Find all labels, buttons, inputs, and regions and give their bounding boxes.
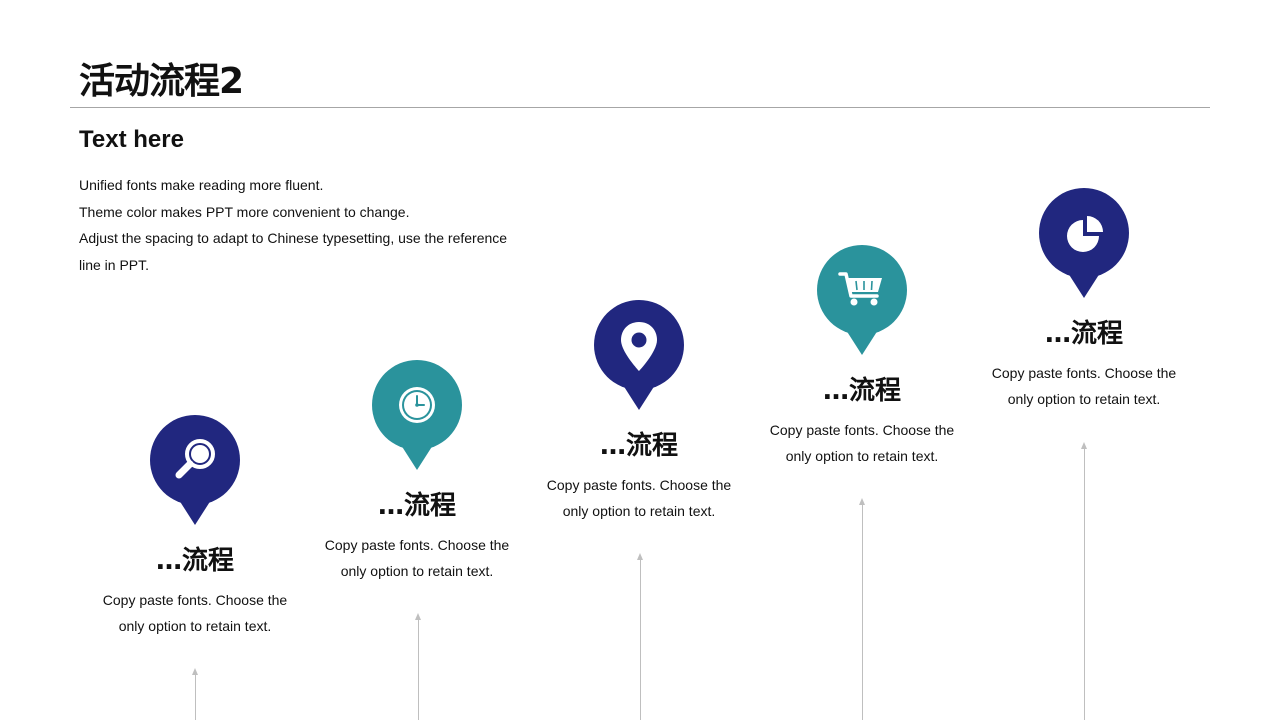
intro-line: Unified fonts make reading more fluent. xyxy=(79,177,324,193)
page-title: 活动流程2 xyxy=(79,61,244,102)
intro-line: Theme color makes PPT more convenient to… xyxy=(79,203,410,220)
step-description-line: Copy paste fonts. Choose the xyxy=(991,365,1177,381)
step-title: …流程 xyxy=(1044,319,1123,349)
step-description-line: Copy paste fonts. Choose the xyxy=(324,537,510,553)
step-description-line: only option to retain text. xyxy=(340,563,494,579)
connector-line xyxy=(861,504,863,720)
connector-line xyxy=(1083,448,1085,720)
clock-icon xyxy=(399,387,435,423)
step-description-line: only option to retain text. xyxy=(562,503,716,519)
step-title: …流程 xyxy=(599,431,678,461)
step-description: Copy paste fonts. Choose the only option… xyxy=(307,532,527,584)
step-description-line: Copy paste fonts. Choose the xyxy=(546,477,732,493)
section-subtitle: Text here xyxy=(79,126,184,153)
step-description-line: only option to retain text. xyxy=(1007,391,1161,407)
intro-text: Unified fonts make reading more fluent. … xyxy=(79,172,529,278)
map-pin-marker xyxy=(1039,188,1129,298)
step-description-line: Copy paste fonts. Choose the xyxy=(769,422,955,438)
step-title: …流程 xyxy=(822,376,901,406)
step-description-line: Copy paste fonts. Choose the xyxy=(102,592,288,608)
step-description-line: only option to retain text. xyxy=(118,618,272,634)
step-description: Copy paste fonts. Choose the only option… xyxy=(752,417,972,469)
map-pin-marker xyxy=(594,300,684,410)
connector-line xyxy=(194,674,196,720)
connector-line xyxy=(639,559,641,720)
map-pin-marker xyxy=(150,415,240,525)
step-description: Copy paste fonts. Choose the only option… xyxy=(85,587,305,639)
step-description: Copy paste fonts. Choose the only option… xyxy=(974,360,1194,412)
step-title: …流程 xyxy=(155,546,234,576)
step-description: Copy paste fonts. Choose the only option… xyxy=(529,472,749,524)
connector-line xyxy=(417,619,419,720)
map-pin-marker xyxy=(817,245,907,355)
intro-line: Adjust the spacing to adapt to Chinese t… xyxy=(79,230,508,273)
title-divider xyxy=(70,107,1210,108)
step-description-line: only option to retain text. xyxy=(785,448,939,464)
step-title: …流程 xyxy=(377,491,456,521)
map-pin-marker xyxy=(372,360,462,470)
